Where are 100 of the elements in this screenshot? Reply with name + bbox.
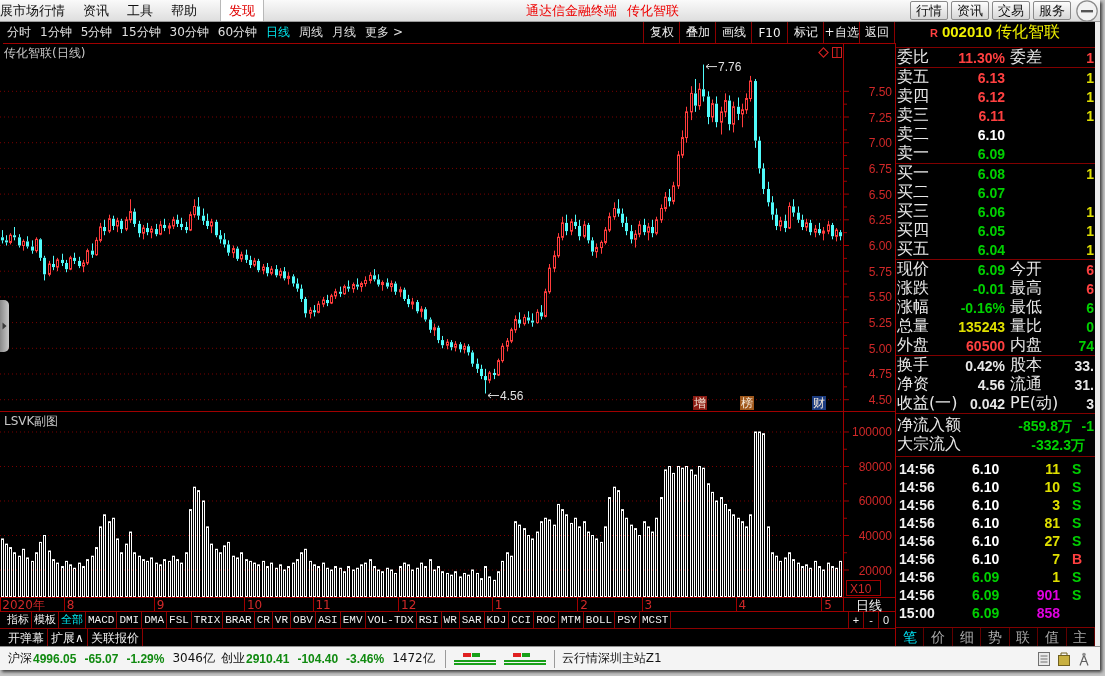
- period-tab[interactable]: 60分钟: [217, 24, 258, 41]
- candlestick: [313, 304, 316, 317]
- event-tag[interactable]: 财: [812, 396, 826, 410]
- quote-value: 6.12: [976, 90, 1005, 103]
- index-percent: -3.46%: [346, 651, 385, 666]
- window-title: 传化智联: [627, 1, 679, 20]
- axis-label: 40000: [858, 529, 892, 543]
- y-axis-title: X10: [850, 581, 872, 596]
- indicator-tab[interactable]: MACD: [86, 612, 118, 628]
- quote-value: 0.042: [968, 397, 1005, 410]
- nav-button[interactable]: 行情: [910, 1, 948, 20]
- indicator-tab[interactable]: VOL-TDX: [365, 612, 417, 628]
- candlestick: [227, 239, 230, 257]
- period-tab[interactable]: 月线: [332, 24, 357, 41]
- split-window-icon[interactable]: [832, 47, 842, 58]
- bottom-tab[interactable]: 扩展∧: [48, 629, 88, 647]
- indicator-tab[interactable]: BOLL: [583, 612, 616, 628]
- candlestick: [347, 279, 350, 293]
- indicator-tab[interactable]: MCST: [640, 612, 672, 628]
- candlestick: [583, 220, 586, 239]
- candlestick: [728, 94, 731, 131]
- date-label: 3: [644, 598, 653, 612]
- indicator-tab[interactable]: CR: [254, 612, 273, 628]
- menu-item[interactable]: 帮助: [162, 1, 206, 20]
- nav-button[interactable]: 资讯: [951, 1, 989, 20]
- quote-value: 6.05: [976, 224, 1005, 237]
- date-label: 2: [580, 598, 588, 612]
- quote-label: 委比: [897, 47, 930, 68]
- document-icon[interactable]: [1038, 651, 1050, 666]
- side-panel-handle[interactable]: [0, 300, 9, 352]
- briefcase-icon[interactable]: [1058, 651, 1070, 666]
- candlestick: [784, 214, 787, 233]
- indicator-tab[interactable]: 全部: [59, 612, 86, 628]
- indicator-tab[interactable]: VR: [272, 612, 292, 628]
- indicator-tab[interactable]: MTM: [559, 612, 584, 628]
- period-tab[interactable]: 周线: [299, 24, 324, 41]
- period-tab[interactable]: 分时: [7, 24, 31, 41]
- indicator-tab[interactable]: DMA: [142, 612, 168, 628]
- indicator-tab[interactable]: SAR: [459, 612, 485, 628]
- quote-label: 大宗流入: [897, 434, 962, 455]
- candlestick: [779, 216, 782, 232]
- indicator-tab[interactable]: ROC: [534, 612, 559, 628]
- indicator-tab[interactable]: KDJ: [484, 612, 510, 628]
- period-tab[interactable]: 15分钟: [121, 24, 161, 41]
- candlestick: [142, 224, 145, 240]
- indicator-tab[interactable]: CCI: [509, 612, 535, 628]
- event-tag[interactable]: 榜: [740, 396, 754, 410]
- candlestick: [647, 222, 650, 241]
- nav-button[interactable]: 服务: [1033, 1, 1071, 20]
- indicator-tab[interactable]: WR: [441, 612, 460, 628]
- candlestick: [758, 136, 761, 175]
- candlestick: [377, 273, 380, 288]
- candlestick: [257, 258, 260, 273]
- period-tab[interactable]: 5分钟: [80, 24, 113, 41]
- quote-value: 6.09: [976, 263, 1005, 276]
- menu-item[interactable]: 资讯: [74, 1, 118, 20]
- candlestick: [424, 306, 427, 323]
- candlestick: [638, 220, 641, 238]
- indicator-tab[interactable]: OBV: [291, 612, 316, 628]
- candlestick: [835, 227, 838, 242]
- candlestick: [587, 222, 590, 244]
- indicator-tab[interactable]: BRAR: [223, 612, 255, 628]
- period-tab[interactable]: 30分钟: [169, 24, 209, 41]
- annotation: 7.76: [718, 59, 742, 74]
- indicator-tab[interactable]: ASI: [315, 612, 341, 628]
- discover-button[interactable]: 发现: [220, 0, 264, 21]
- quote-label: PE(动): [1010, 393, 1059, 414]
- event-tag[interactable]: 增: [693, 396, 707, 410]
- menu-item[interactable]: 工具: [118, 1, 162, 20]
- candlestick: [240, 251, 243, 263]
- candlestick: [13, 226, 16, 241]
- date-label: 11: [315, 598, 331, 612]
- trade-time: 14:56: [898, 497, 936, 513]
- candlestick: [775, 208, 778, 231]
- diamond-icon[interactable]: [818, 47, 829, 58]
- indicator-tab[interactable]: RSI: [416, 612, 442, 628]
- period-tab[interactable]: 更多 >: [365, 24, 403, 41]
- indicator-tab[interactable]: PSY: [615, 612, 640, 628]
- candlestick: [304, 296, 307, 318]
- indicator-tab[interactable]: DMI: [117, 612, 143, 628]
- toolbar-button[interactable]: +自选: [823, 22, 859, 43]
- bottom-tab[interactable]: 开弹幕: [5, 629, 48, 647]
- indicator-tab[interactable]: 指标: [5, 612, 32, 628]
- indicator-tab[interactable]: TRIX: [191, 612, 224, 628]
- candlestick: [22, 238, 25, 252]
- indicator-tab[interactable]: EMV: [340, 612, 366, 628]
- nav-button[interactable]: 交易: [992, 1, 1030, 20]
- indicator-tab[interactable]: 模板: [32, 612, 59, 628]
- antenna-icon[interactable]: [1078, 651, 1090, 666]
- period-tab[interactable]: 1分钟: [40, 24, 72, 41]
- candlestick: [120, 218, 123, 234]
- axis-label: 4.75: [868, 367, 892, 382]
- toolbar-button[interactable]: 返回: [859, 22, 895, 43]
- menu-item[interactable]: 展市场行情: [0, 1, 74, 20]
- indicator-tab[interactable]: FSL: [167, 612, 192, 628]
- axis-label: 6.50: [868, 187, 892, 202]
- candlestick: [788, 201, 791, 229]
- minimize-icon[interactable]: [1076, 0, 1098, 22]
- candlestick: [172, 216, 175, 230]
- period-tab[interactable]: 日线: [266, 24, 291, 41]
